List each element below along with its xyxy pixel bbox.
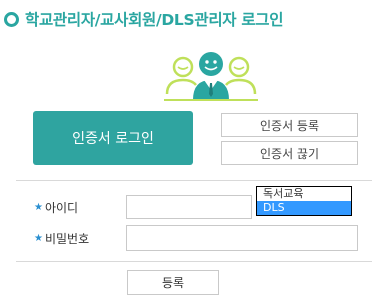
member-type-dropdown[interactable]: 독서교육 DLS bbox=[256, 186, 352, 216]
page-title-row: 학교관리자/교사회원/DLS관리자 로그인 bbox=[4, 6, 284, 32]
id-input[interactable] bbox=[126, 195, 252, 219]
ring-bullet-icon bbox=[4, 11, 19, 27]
star-icon: ★ bbox=[34, 233, 43, 244]
dropdown-option-selected[interactable]: DLS bbox=[257, 201, 351, 215]
user-group-icon bbox=[164, 52, 258, 101]
page-title: 학교관리자/교사회원/DLS관리자 로그인 bbox=[25, 11, 284, 29]
id-label: ★ 아이디 bbox=[34, 199, 78, 216]
dropdown-option[interactable]: 독서교육 bbox=[257, 187, 351, 201]
cert-login-button[interactable]: 인증서 로그인 bbox=[33, 111, 193, 165]
register-button[interactable]: 등록 bbox=[127, 270, 219, 295]
password-label: ★ 비밀번호 bbox=[34, 230, 89, 247]
divider-bottom bbox=[16, 261, 372, 262]
cert-copy-button[interactable]: 인증서 끊기 bbox=[221, 141, 358, 165]
star-icon: ★ bbox=[34, 202, 43, 213]
id-label-text: 아이디 bbox=[44, 201, 79, 215]
password-input[interactable] bbox=[126, 225, 358, 251]
divider-top bbox=[16, 180, 372, 181]
cert-register-button[interactable]: 인증서 등록 bbox=[221, 113, 358, 137]
password-label-text: 비밀번호 bbox=[44, 232, 90, 246]
